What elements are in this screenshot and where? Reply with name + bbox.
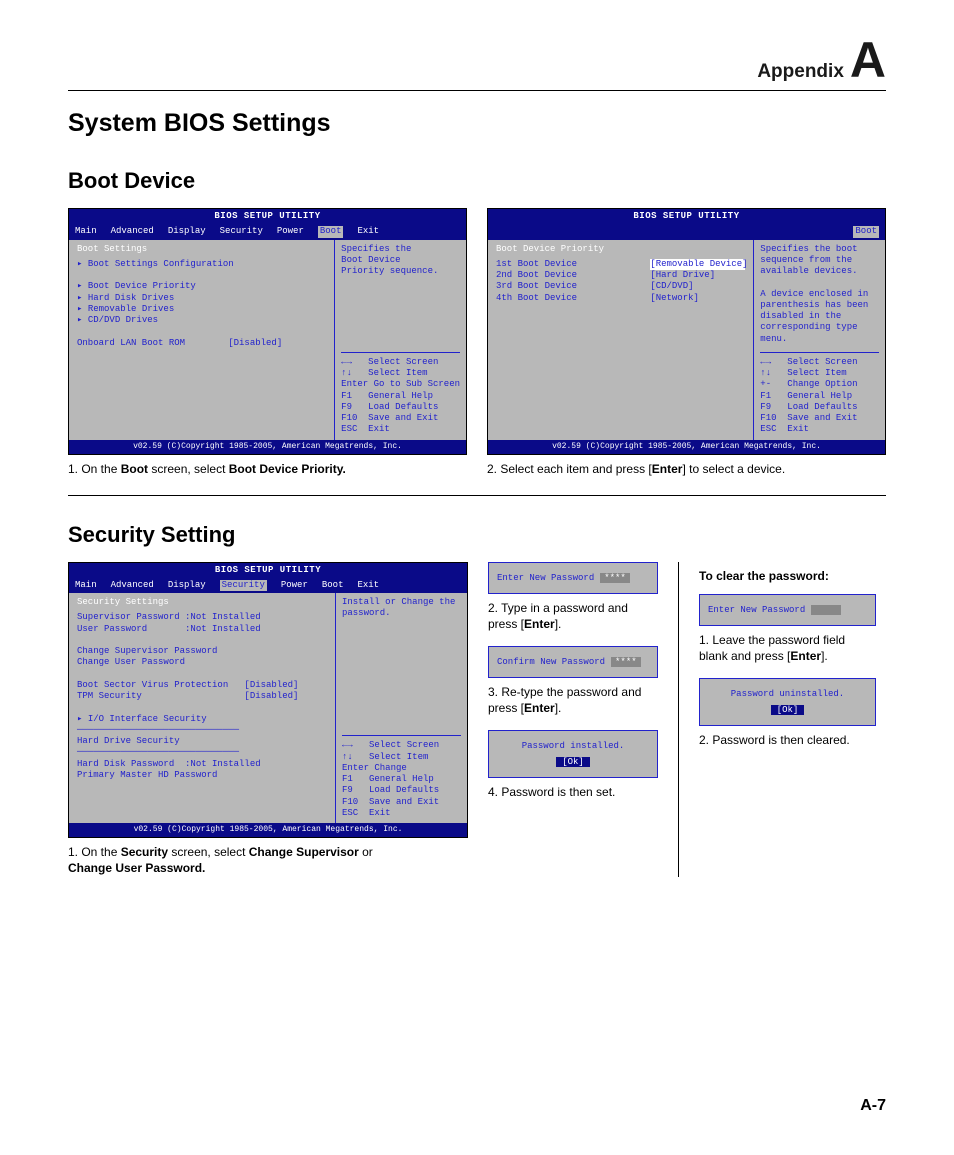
bios-item: 1st Boot Device[Removable Device] bbox=[496, 259, 745, 270]
bios-title: BIOS SETUP UTILITY bbox=[69, 563, 467, 578]
header-rule bbox=[68, 90, 886, 91]
bios-help-desc: Specifies the Boot Device Priority seque… bbox=[341, 244, 460, 346]
bios-security: BIOS SETUP UTILITY Main Advanced Display Se… bbox=[68, 562, 468, 839]
bios-item: ▸ Removable Drives bbox=[77, 304, 326, 315]
clear-caption-2: 2. Password is then cleared. bbox=[699, 732, 876, 748]
security-caption-4: 4. Password is then set. bbox=[488, 784, 658, 800]
bios-item bbox=[77, 669, 327, 680]
bios-item bbox=[77, 270, 326, 281]
security-caption-2: 2. Type in a password and press [Enter]. bbox=[488, 600, 658, 632]
security-heading: Security Setting bbox=[68, 522, 886, 548]
bios-footer: v02.59 (C)Copyright 1985-2005, American … bbox=[69, 823, 467, 837]
enter-password-box: Enter New Password **** bbox=[488, 562, 658, 594]
bios-footer: v02.59 (C)Copyright 1985-2005, American … bbox=[488, 440, 885, 454]
boot-caption-2: 2. Select each item and press [Enter] to… bbox=[487, 461, 886, 477]
password-field: **** bbox=[611, 657, 641, 667]
bios-help-desc: Install or Change the password. bbox=[342, 597, 461, 729]
bios-menu-boot: Boot bbox=[853, 226, 879, 237]
bios-item: 4th Boot Device[Network] bbox=[496, 293, 745, 304]
bios-item: ▸ I/O Interface Security bbox=[77, 714, 327, 725]
bios-footer: v02.59 (C)Copyright 1985-2005, American … bbox=[69, 440, 466, 454]
bios-help-desc: Specifies the boot sequence from the ava… bbox=[760, 244, 879, 346]
bios-menu-security: Security bbox=[220, 226, 263, 237]
bios-item: ────────────────────────────── bbox=[77, 725, 327, 736]
bios-item: Primary Master HD Password bbox=[77, 770, 327, 781]
bios-menu-advanced: Advanced bbox=[111, 226, 154, 237]
bios-menu-main: Main bbox=[75, 580, 97, 591]
security-caption-1: 1. On the Security screen, select Change… bbox=[68, 844, 468, 876]
bios-item: Hard Disk Password :Not Installed bbox=[77, 759, 327, 770]
bios-panel-title: Boot Device Priority bbox=[496, 244, 745, 255]
bios-item: Change Supervisor Password bbox=[77, 646, 327, 657]
bios-title: BIOS SETUP UTILITY bbox=[488, 209, 885, 224]
bios-menubar: Main Advanced Display Security Power Boot Exit bbox=[69, 224, 466, 239]
bios-item: Onboard LAN Boot ROM [Disabled] bbox=[77, 338, 326, 349]
bios-menu-display: Display bbox=[168, 226, 206, 237]
password-uninstalled-box: Password uninstalled. [Ok] bbox=[699, 678, 876, 726]
appendix-letter: A bbox=[850, 32, 886, 88]
appendix-header: AppendixA bbox=[757, 38, 886, 83]
bios-help-keys: ←→ Select Screen ↑↓ Select Item +- Chang… bbox=[760, 352, 879, 436]
bios-item: 2nd Boot Device[Hard Drive] bbox=[496, 270, 745, 281]
password-uninstalled-label: Password uninstalled. bbox=[708, 689, 867, 699]
bios-menu-display: Display bbox=[168, 580, 206, 591]
bios-panel-title: Security Settings bbox=[77, 597, 327, 608]
password-installed-box: Password installed. [Ok] bbox=[488, 730, 658, 778]
enter-password-blank-box: Enter New Password bbox=[699, 594, 876, 626]
appendix-label: Appendix bbox=[757, 61, 844, 82]
bios-menu-security: Security bbox=[220, 580, 267, 591]
divider bbox=[68, 495, 886, 496]
bios-item: ▸ Hard Disk Drives bbox=[77, 293, 326, 304]
bios-panel-title: Boot Settings bbox=[77, 244, 326, 255]
ok-button[interactable]: [Ok] bbox=[771, 705, 805, 715]
password-field: **** bbox=[600, 573, 630, 583]
bios-item: Change User Password bbox=[77, 657, 327, 668]
bios-item bbox=[77, 326, 326, 337]
page-number: A-7 bbox=[860, 1097, 886, 1115]
bios-item: ▸ Boot Settings Configuration bbox=[77, 259, 326, 270]
bios-boot-priority: BIOS SETUP UTILITY Boot Boot Device Prio… bbox=[487, 208, 886, 455]
bios-item: ────────────────────────────── bbox=[77, 747, 327, 758]
bios-menu-exit: Exit bbox=[357, 580, 379, 591]
bios-item: ▸ Boot Device Priority bbox=[77, 281, 326, 292]
bios-item: TPM Security [Disabled] bbox=[77, 691, 327, 702]
security-caption-3: 3. Re-type the password and press [Enter… bbox=[488, 684, 658, 716]
bios-menu-main: Main bbox=[75, 226, 97, 237]
confirm-password-box: Confirm New Password **** bbox=[488, 646, 658, 678]
enter-password-label: Enter New Password bbox=[497, 573, 594, 583]
bios-menu-exit: Exit bbox=[357, 226, 379, 237]
bios-menubar: Main Advanced Display Security Power Boot Exit bbox=[69, 578, 467, 593]
bios-menu-advanced: Advanced bbox=[111, 580, 154, 591]
password-field-blank bbox=[811, 605, 841, 615]
confirm-password-label: Confirm New Password bbox=[497, 657, 605, 667]
bios-item bbox=[77, 702, 327, 713]
boot-caption-1: 1. On the Boot screen, select Boot Devic… bbox=[68, 461, 467, 477]
clear-password-heading: To clear the password: bbox=[699, 568, 876, 584]
bios-help-keys: ←→ Select Screen ↑↓ Select Item Enter Ch… bbox=[342, 735, 461, 819]
clear-caption-1: 1. Leave the password field blank and pr… bbox=[699, 632, 876, 664]
bios-title: BIOS SETUP UTILITY bbox=[69, 209, 466, 224]
bios-boot-settings: BIOS SETUP UTILITY Main Advanced Display Se… bbox=[68, 208, 467, 455]
bios-item: Supervisor Password :Not Installed bbox=[77, 612, 327, 623]
password-installed-label: Password installed. bbox=[497, 741, 649, 751]
bios-item: ▸ CD/DVD Drives bbox=[77, 315, 326, 326]
bios-item: Boot Sector Virus Protection [Disabled] bbox=[77, 680, 327, 691]
bios-menu-power: Power bbox=[277, 226, 304, 237]
enter-password-label: Enter New Password bbox=[708, 605, 805, 615]
bios-menu-boot: Boot bbox=[322, 580, 344, 591]
ok-button[interactable]: [Ok] bbox=[556, 757, 590, 767]
bios-menu-power: Power bbox=[281, 580, 308, 591]
bios-help-keys: ←→ Select Screen ↑↓ Select Item Enter Go… bbox=[341, 352, 460, 436]
bios-item: User Password :Not Installed bbox=[77, 624, 327, 635]
page-title: System BIOS Settings bbox=[68, 109, 886, 138]
bios-item: Hard Drive Security bbox=[77, 736, 327, 747]
bios-item bbox=[77, 635, 327, 646]
bios-menubar: Boot bbox=[488, 224, 885, 239]
boot-heading: Boot Device bbox=[68, 168, 886, 194]
bios-menu-boot: Boot bbox=[318, 226, 344, 237]
bios-item: 3rd Boot Device[CD/DVD] bbox=[496, 281, 745, 292]
